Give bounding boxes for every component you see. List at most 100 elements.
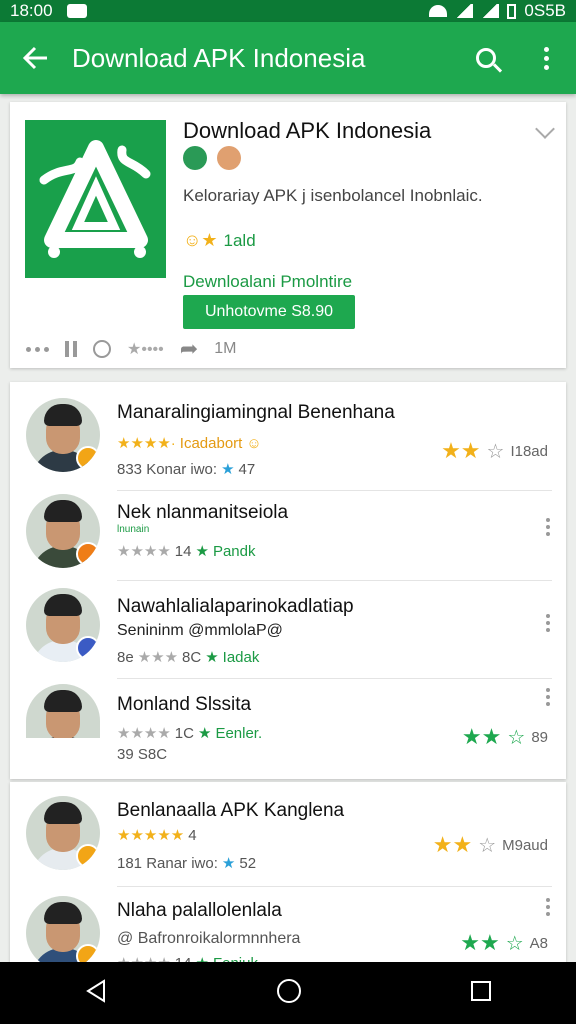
comment-icon[interactable]: [93, 340, 111, 358]
avatar: [26, 796, 100, 870]
app-bar-title: Download APK Indonesia: [72, 42, 366, 73]
app-logo[interactable]: [25, 120, 166, 278]
divider: [117, 678, 552, 679]
item-menu-button[interactable]: [546, 898, 550, 916]
wifi-icon: [429, 5, 448, 17]
install-button[interactable]: Unhotovme S8.90: [183, 295, 355, 329]
item-title: Nek nlanmanitseiola: [117, 502, 289, 523]
item-menu-button[interactable]: [546, 614, 550, 632]
status-time: 18:00: [10, 1, 53, 20]
item-menu-button[interactable]: [546, 688, 550, 706]
item-score: 52: [239, 854, 257, 872]
back-button[interactable]: [0, 22, 72, 94]
item-tag: Icadabort: [179, 434, 243, 452]
system-nav-bar: [0, 962, 576, 1024]
item-green-text: Eenler.: [215, 724, 263, 742]
smile-icon: ☺: [246, 434, 262, 452]
app-bar: Download APK Indonesia: [0, 22, 576, 94]
divider: [117, 580, 552, 581]
star-icon: ★★★★: [117, 725, 171, 742]
item-rating-row: ★★★★· Icadabort ☺: [117, 434, 262, 453]
item-count: 8C: [182, 648, 202, 666]
list-item[interactable]: Monland Slssita ★★★★ 1C ★ Eenler. 39 S8C…: [10, 684, 566, 776]
status-icons: 0S5B: [429, 1, 566, 21]
item-menu-button[interactable]: [546, 518, 550, 536]
item-count: 1C: [174, 724, 194, 742]
item-suffix: 4: [188, 826, 197, 844]
search-button[interactable]: [456, 22, 516, 94]
app-detail-card: Download APK Indonesia Kelorariay APK j …: [10, 102, 566, 368]
item-meta: 39 S8C: [117, 746, 168, 763]
star-icon: ★★★★★: [117, 827, 185, 844]
star-icon: ★: [205, 649, 219, 666]
item-title: Benlanaalla APK Kanglena: [117, 800, 345, 821]
avatar: [26, 588, 100, 662]
item-actions: ★★ ☆ M9aud: [433, 832, 548, 858]
item-title: Nawahlalialaparinokadlatiap: [117, 596, 354, 617]
item-score: 47: [238, 460, 256, 478]
item-title: Monland Slssita: [117, 694, 252, 715]
list-item[interactable]: Nlaha palallolenlala @ Bafronroikalormnn…: [10, 896, 566, 972]
badge-row: [183, 146, 241, 170]
star-icon: ★: [197, 725, 212, 742]
star-icon: ★★: [461, 724, 502, 749]
nav-home-button[interactable]: [276, 978, 302, 1009]
star-icon: ★★: [441, 438, 481, 463]
item-tag: lnunain: [117, 524, 150, 535]
item-right-text: I18ad: [510, 442, 548, 460]
star-icon: ★: [221, 461, 235, 478]
star-rating-icon: ★••••: [127, 341, 164, 358]
star-icon: ★★★★: [117, 543, 171, 560]
item-actions: ★★ ☆ A8: [460, 930, 548, 956]
item-actions: ★★ ☆ I18ad: [441, 438, 548, 464]
star-icon: ★★★★·: [117, 435, 176, 452]
list-item[interactable]: Manaralingiamingnal Benenhana ★★★★· Icad…: [10, 398, 566, 490]
avatar: [26, 896, 100, 970]
square-recents-icon: [471, 980, 491, 1001]
divider: [117, 886, 552, 887]
item-actions: ★★ ☆ 89: [462, 724, 548, 750]
notification-icon: [66, 4, 87, 18]
arrow-left-icon: [23, 46, 47, 70]
battery-icon: [507, 3, 517, 19]
item-meta: 181 Ranar iwo:: [117, 854, 218, 872]
expand-chevron-icon[interactable]: [535, 119, 555, 139]
overflow-menu-button[interactable]: [516, 22, 576, 94]
app-list-card: Manaralingiamingnal Benenhana ★★★★· Icad…: [10, 382, 566, 779]
share-icon[interactable]: ➦: [180, 336, 198, 362]
list-item[interactable]: Benlanaalla APK Kanglena ★★★★★ 4 181 Ran…: [10, 796, 566, 888]
status-right-text: 0S5B: [524, 1, 566, 20]
item-meta-row: 181 Ranar iwo: ★ 52: [117, 854, 257, 873]
apk-logo-icon: [39, 140, 150, 258]
status-bar: 18:00 0S5B: [0, 0, 576, 22]
nav-back-button[interactable]: [84, 978, 108, 1008]
download-count: 1M: [214, 340, 237, 357]
item-green-text: Pandk: [212, 542, 256, 560]
avatar: [26, 494, 100, 568]
star-outline-icon[interactable]: ☆: [487, 439, 505, 464]
item-right-text: A8: [529, 934, 548, 952]
app-description: Kelorariay APK j isenbolancel Inobnlaic.: [183, 186, 483, 205]
bookmark-icon[interactable]: [65, 341, 77, 357]
rating-row: ☺★ 1ald: [183, 230, 256, 251]
star-outline-icon[interactable]: ☆: [507, 725, 525, 750]
star-outline-icon[interactable]: ☆: [478, 833, 496, 858]
rating-text: 1ald: [223, 230, 256, 250]
item-title: Manaralingiamingnal Benenhana: [117, 402, 395, 423]
item-rating-row: ★★★★★ 4: [117, 826, 197, 845]
item-subtitle: Senininm @mmlolaP@: [117, 622, 283, 639]
meta-row: ★•••• ➦ 1M: [26, 336, 550, 362]
avatar: [26, 398, 100, 472]
circle-home-icon: [277, 978, 301, 1003]
list-item[interactable]: Nek nlanmanitseiola lnunain ★★★★ 14 ★ Pa…: [10, 494, 566, 586]
list-item[interactable]: Nawahlalialaparinokadlatiap Senininm @mm…: [10, 588, 566, 680]
item-right-text: 89: [531, 728, 548, 746]
globe-badge-icon: [183, 146, 207, 170]
star-outline-icon[interactable]: ☆: [506, 931, 524, 956]
nav-recents-button[interactable]: [470, 980, 492, 1007]
item-count: 14: [174, 542, 192, 560]
star-icon: ★★: [460, 930, 500, 955]
app-name: Download APK Indonesia: [183, 118, 432, 143]
avatar: [26, 684, 100, 738]
more-horiz-icon[interactable]: [26, 346, 49, 352]
